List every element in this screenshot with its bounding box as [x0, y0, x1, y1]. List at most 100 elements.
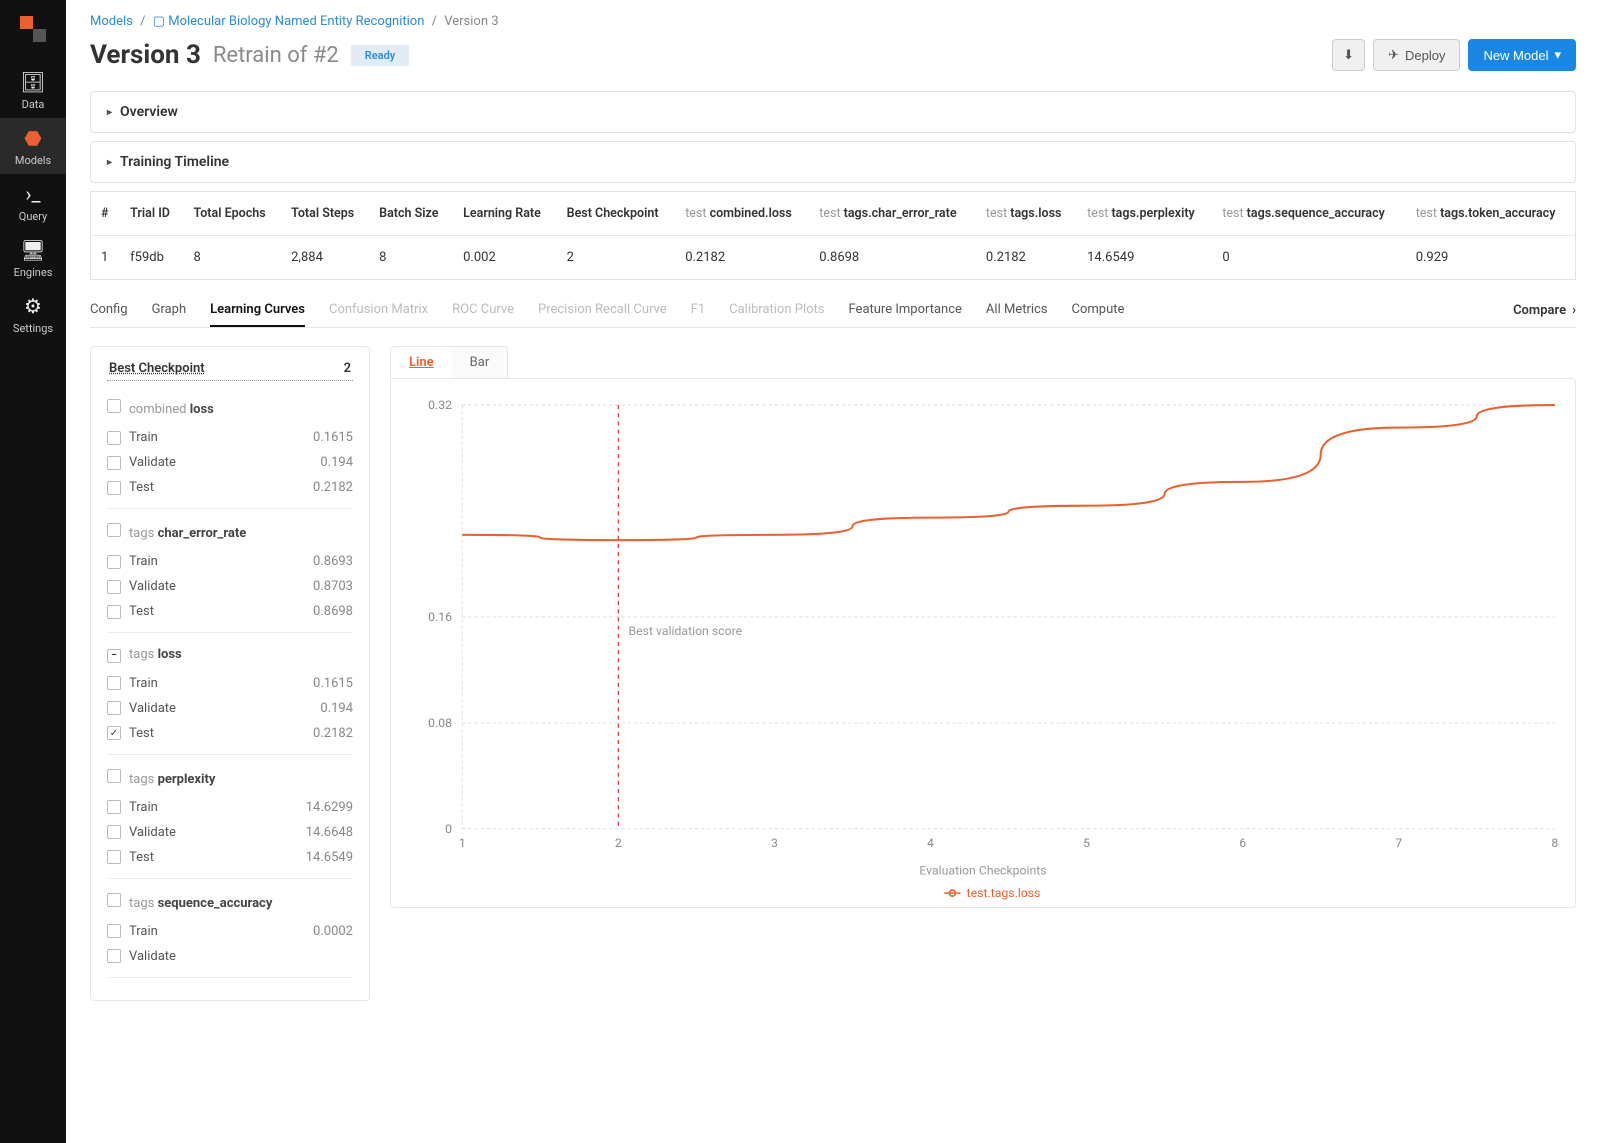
col-header: Learning Rate — [453, 192, 557, 236]
nav-label: Models — [15, 154, 51, 167]
sidenav-item-settings[interactable]: ⚙Settings — [0, 286, 66, 342]
sidenav-item-engines[interactable]: 🖥Engines — [0, 230, 66, 286]
download-icon: ⬇ — [1343, 47, 1354, 63]
tab-config[interactable]: Config — [90, 294, 128, 327]
panel-title: Training Timeline — [120, 154, 229, 170]
nav-label: Engines — [14, 266, 53, 279]
breadcrumb: Models / ▢ Molecular Biology Named Entit… — [90, 14, 1576, 29]
table-row[interactable]: 1 f59db 8 2,884 8 0.002 2 0.2182 0.8698 … — [91, 236, 1576, 280]
metric-value: 0.2182 — [313, 726, 353, 741]
database-icon: 🗄 — [20, 70, 45, 94]
chart-container: 00.080.160.32 12345678 Best validation s… — [390, 378, 1576, 908]
breadcrumb-project[interactable]: Molecular Biology Named Entity Recogniti… — [168, 14, 424, 29]
sidenav-item-models[interactable]: ⬣Models — [0, 118, 66, 174]
panel-title: Overview — [120, 104, 178, 120]
metric-value: 14.6648 — [306, 825, 353, 840]
checkbox[interactable] — [107, 676, 121, 690]
checkbox[interactable] — [107, 726, 121, 740]
checkbox[interactable] — [107, 431, 121, 445]
col-header: Batch Size — [369, 192, 453, 236]
svg-text:Best validation score: Best validation score — [629, 624, 743, 638]
deploy-button[interactable]: ✈Deploy — [1373, 39, 1460, 71]
metric-group-title: tags loss — [107, 641, 353, 671]
checkbox[interactable] — [107, 481, 121, 495]
sidenav-item-data[interactable]: 🗄 Data — [0, 62, 66, 118]
checkbox[interactable] — [107, 523, 121, 537]
metric-value: 0.0002 — [313, 924, 353, 939]
checkbox[interactable] — [107, 850, 121, 864]
svg-text:3: 3 — [771, 836, 778, 850]
svg-text:1: 1 — [459, 836, 466, 850]
metric-label: Test — [129, 604, 154, 619]
metric-label: Validate — [129, 455, 176, 470]
tab-feature-importance[interactable]: Feature Importance — [849, 294, 962, 327]
chart-tab-line[interactable]: Line — [391, 347, 452, 378]
metric-value: 0.8703 — [313, 579, 353, 594]
tabs: ConfigGraphLearning CurvesConfusion Matr… — [90, 294, 1513, 327]
checkbox[interactable] — [107, 580, 121, 594]
checkbox[interactable] — [107, 399, 121, 413]
metric-label: Test — [129, 850, 154, 865]
best-checkpoint-value: 2 — [344, 361, 351, 376]
download-button[interactable]: ⬇ — [1332, 39, 1365, 71]
page-title: Version 3 — [90, 40, 201, 70]
chart-tab-bar[interactable]: Bar — [452, 347, 508, 378]
breadcrumb-models[interactable]: Models — [90, 14, 133, 29]
tab-graph[interactable]: Graph — [152, 294, 187, 327]
metric-row: Validate — [107, 944, 353, 969]
metric-row: Test0.8698 — [107, 599, 353, 624]
tab-calibration-plots: Calibration Plots — [729, 294, 824, 327]
caret-icon: ▸ — [107, 107, 112, 118]
svg-text:4: 4 — [927, 836, 934, 850]
tab-all-metrics[interactable]: All Metrics — [986, 294, 1048, 327]
checkbox[interactable] — [107, 701, 121, 715]
checkbox[interactable] — [107, 825, 121, 839]
svg-text:8: 8 — [1551, 836, 1558, 850]
tab-learning-curves[interactable]: Learning Curves — [210, 294, 305, 327]
main-content: Models / ▢ Molecular Biology Named Entit… — [66, 0, 1600, 1143]
sidenav-item-query[interactable]: ›_Query — [0, 174, 66, 230]
checkbox[interactable] — [107, 800, 121, 814]
metric-row: Validate0.194 — [107, 696, 353, 721]
checkbox[interactable] — [107, 456, 121, 470]
metric-value: 14.6299 — [306, 800, 353, 815]
checkbox[interactable] — [107, 605, 121, 619]
tab-compute[interactable]: Compute — [1072, 294, 1125, 327]
checkbox[interactable] — [107, 924, 121, 938]
col-header: test combined.loss — [675, 192, 809, 236]
nav-label: Data — [22, 98, 45, 111]
svg-text:5: 5 — [1083, 836, 1090, 850]
new-model-label: New Model — [1483, 48, 1548, 63]
checkbox[interactable] — [107, 949, 121, 963]
caret-icon: ▸ — [107, 157, 112, 168]
overview-panel[interactable]: ▸ Overview — [90, 91, 1576, 133]
metric-group-title: tags char_error_rate — [107, 517, 353, 549]
new-model-button[interactable]: New Model ▾ — [1468, 39, 1576, 71]
metric-value: 0.1615 — [313, 430, 353, 445]
metric-label: Train — [129, 676, 158, 691]
compare-button[interactable]: Compare› — [1513, 303, 1576, 318]
checkbox[interactable] — [107, 769, 121, 783]
metric-row: Validate14.6648 — [107, 820, 353, 845]
col-header: Total Epochs — [184, 192, 282, 236]
metric-row: Test 14.6549 — [107, 845, 353, 870]
metric-value: 0.1615 — [313, 676, 353, 691]
metric-row: Train0.8693 — [107, 549, 353, 574]
checkbox[interactable] — [107, 555, 121, 569]
sidenav: 🗄 Data ⬣Models›_Query🖥Engines⚙Settings — [0, 0, 66, 1143]
svg-text:7: 7 — [1395, 836, 1402, 850]
checkbox[interactable] — [107, 649, 121, 663]
col-header: Trial ID — [120, 192, 183, 236]
training-timeline-panel[interactable]: ▸ Training Timeline — [90, 141, 1576, 183]
settings-icon: ⚙ — [24, 294, 42, 318]
metric-row: Test0.2182 — [107, 475, 353, 500]
deploy-label: Deploy — [1405, 48, 1445, 63]
metric-value: 0.2182 — [313, 480, 353, 495]
metric-value: 14.6549 — [306, 850, 353, 865]
checkbox[interactable] — [107, 893, 121, 907]
app-logo — [18, 14, 48, 44]
metric-label: Train — [129, 430, 158, 445]
metric-label: Train — [129, 924, 158, 939]
col-header: test tags.char_error_rate — [809, 192, 976, 236]
col-header: test tags.sequence_accuracy — [1212, 192, 1405, 236]
